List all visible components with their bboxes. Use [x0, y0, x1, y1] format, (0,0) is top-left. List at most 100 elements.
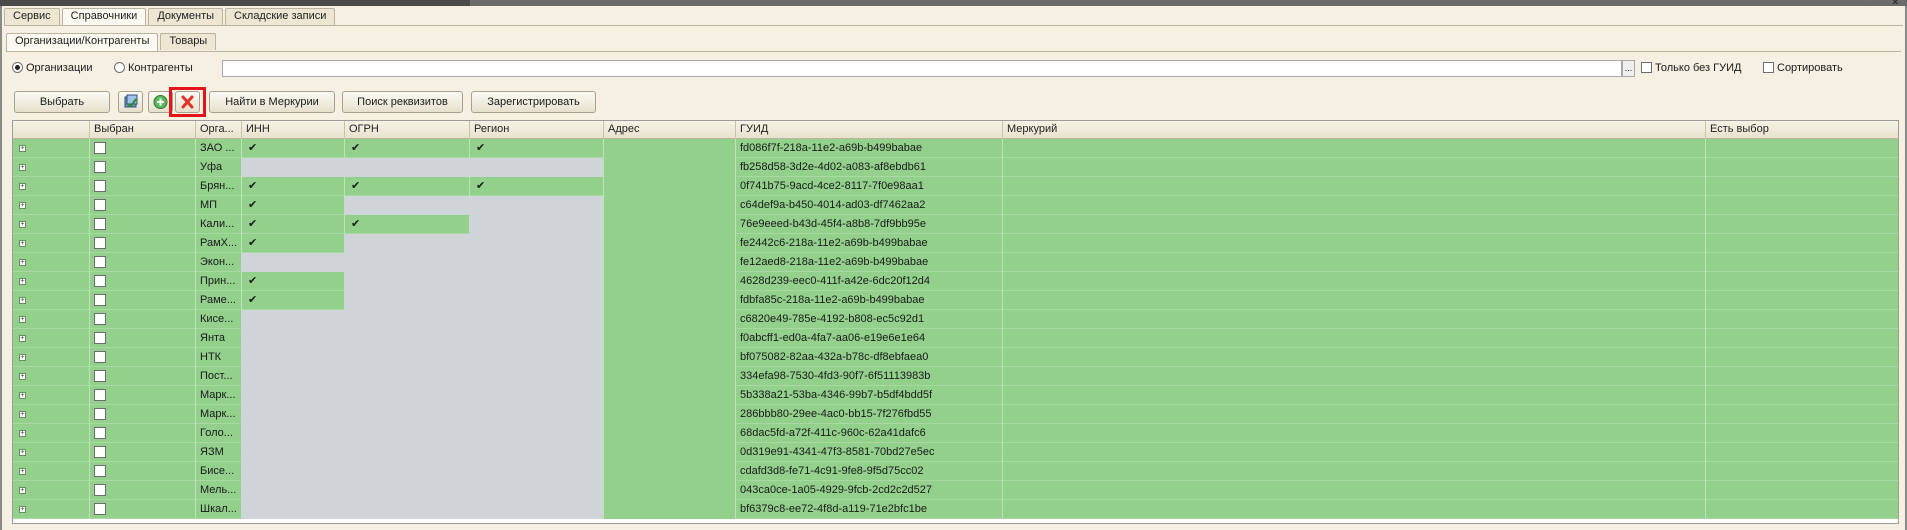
expand-icon[interactable]: + — [19, 392, 26, 399]
tab-goods[interactable]: Товары — [160, 33, 217, 50]
table-row[interactable]: + Раме... ✔ fdbfa85c-218a-11e2-a69b-b499bab… — [13, 291, 1898, 310]
expand-icon[interactable]: + — [19, 449, 26, 456]
table-row[interactable]: + Кали... ✔ ✔ 76e9eeed-b43d-45f4-a8b8-7df9bb… — [13, 215, 1898, 234]
row-select-checkbox[interactable] — [94, 503, 106, 515]
expand-icon[interactable]: + — [19, 506, 26, 513]
has-choice-cell — [1705, 405, 1898, 424]
expand-icon[interactable]: + — [19, 202, 26, 209]
expand-icon[interactable]: + — [19, 240, 26, 247]
row-select-checkbox[interactable] — [94, 427, 106, 439]
column-header-region[interactable]: Регион — [469, 121, 603, 139]
table-row[interactable]: + Янта f0abcff1-ed0a-4fa7-aa06-e19e6e1e64 — [13, 329, 1898, 348]
selected-cell — [89, 386, 195, 405]
register-button[interactable]: Зарегистрировать — [471, 91, 596, 113]
tab-organizations-contractors[interactable]: Организации/Контрагенты — [6, 33, 159, 51]
row-select-checkbox[interactable] — [94, 294, 106, 306]
table-row[interactable]: + Марк... 286bbb80-29ee-4ac0-bb15-7f276fbd… — [13, 405, 1898, 424]
row-select-checkbox[interactable] — [94, 389, 106, 401]
row-select-checkbox[interactable] — [94, 446, 106, 458]
column-header-selected[interactable]: Выбран — [89, 121, 195, 139]
row-select-checkbox[interactable] — [94, 161, 106, 173]
table-row[interactable]: + Шкал... bf6379c8-ee72-4f8d-a119-71e2bfc1… — [13, 500, 1898, 519]
expand-icon[interactable]: + — [19, 221, 26, 228]
row-select-checkbox[interactable] — [94, 484, 106, 496]
sort-checkbox[interactable] — [1763, 62, 1774, 73]
expand-icon[interactable]: + — [19, 278, 26, 285]
address-cell — [603, 215, 735, 234]
tab-service[interactable]: Сервис — [4, 8, 60, 25]
expand-icon[interactable]: + — [19, 468, 26, 475]
row-select-checkbox[interactable] — [94, 313, 106, 325]
column-header-guid[interactable]: ГУИД — [735, 121, 1002, 139]
table-row[interactable]: + Пост... 334efa98-7530-4fd3-90f7-6f511139… — [13, 367, 1898, 386]
row-select-checkbox[interactable] — [94, 351, 106, 363]
check-mark-icon: ✔ — [248, 237, 258, 249]
table-row[interactable]: + Голо... 68dac5fd-a72f-411c-960c-62a41daf… — [13, 424, 1898, 443]
table-row[interactable]: + Мель... 043ca0ce-1a05-4929-9fcb-2cd2c2d5… — [13, 481, 1898, 500]
row-select-checkbox[interactable] — [94, 237, 106, 249]
expand-icon[interactable]: + — [19, 316, 26, 323]
expand-icon[interactable]: + — [19, 487, 26, 494]
expand-icon[interactable]: + — [19, 335, 26, 342]
row-select-checkbox[interactable] — [94, 465, 106, 477]
row-select-checkbox[interactable] — [94, 408, 106, 420]
column-header-has-choice[interactable]: Есть выбор — [1705, 121, 1898, 139]
mercury-cell — [1002, 443, 1705, 462]
table-row[interactable]: + РамХ... ✔ fe2442c6-218a-11e2-a69b-b499bab… — [13, 234, 1898, 253]
row-select-checkbox[interactable] — [94, 332, 106, 344]
table-row[interactable]: + Брян... ✔ ✔ ✔ 0f741b75-9acd-4ce2-8117-7f0e9… — [13, 177, 1898, 196]
expand-icon[interactable]: + — [19, 259, 26, 266]
table-row[interactable]: + Экон... fe12aed8-218a-11e2-a69b-b499baba… — [13, 253, 1898, 272]
expand-icon[interactable]: + — [19, 430, 26, 437]
mercury-cell — [1002, 177, 1705, 196]
inn-cell — [241, 348, 344, 367]
tab-directories[interactable]: Справочники — [61, 8, 147, 26]
expand-icon[interactable]: + — [19, 145, 26, 152]
expand-icon[interactable]: + — [19, 354, 26, 361]
row-select-checkbox[interactable] — [94, 370, 106, 382]
table-row[interactable]: + НТК bf075082-82aa-432a-b78c-df8ebfaea0 — [13, 348, 1898, 367]
table-row[interactable]: + Кисе... c6820e49-785e-4192-b808-ec5c92d1 — [13, 310, 1898, 329]
select-button[interactable]: Выбрать — [14, 91, 110, 113]
tab-warehouse-records[interactable]: Складские записи — [225, 8, 336, 25]
expand-icon[interactable]: + — [19, 297, 26, 304]
edit-list-button[interactable] — [118, 91, 143, 113]
radio-contractors[interactable] — [114, 62, 125, 73]
ogrn-cell: ✔ — [344, 215, 469, 234]
column-header-mercury[interactable]: Меркурий — [1002, 121, 1705, 139]
row-select-checkbox[interactable] — [94, 142, 106, 154]
row-select-checkbox[interactable] — [94, 199, 106, 211]
expand-icon[interactable]: + — [19, 373, 26, 380]
row-select-checkbox[interactable] — [94, 275, 106, 287]
expand-icon[interactable]: + — [19, 183, 26, 190]
table-row[interactable]: + ЗАО ... ✔ ✔ ✔ fd086f7f-218a-11e2-a69b-b499b… — [13, 139, 1898, 158]
row-select-checkbox[interactable] — [94, 218, 106, 230]
inn-cell — [241, 386, 344, 405]
find-in-mercury-button[interactable]: Найти в Меркурии — [209, 91, 335, 113]
search-input[interactable] — [222, 60, 1622, 77]
table-row[interactable]: + Уфа fb258d58-3d2e-4d02-a083-af8ebdb61 — [13, 158, 1898, 177]
column-header-ogrn[interactable]: ОГРН — [344, 121, 469, 139]
tab-documents[interactable]: Документы — [148, 8, 224, 25]
has-choice-cell — [1705, 291, 1898, 310]
table-row[interactable]: + ЯЗМ 0d319e91-4341-47f3-8581-70bd27e5ec — [13, 443, 1898, 462]
main-tabs: Сервис Справочники Документы Складские з… — [4, 8, 337, 26]
search-requisites-button[interactable]: Поиск реквизитов — [342, 91, 463, 113]
expand-icon[interactable]: + — [19, 164, 26, 171]
column-header-inn[interactable]: ИНН — [241, 121, 344, 139]
row-select-checkbox[interactable] — [94, 256, 106, 268]
table-row[interactable]: + Марк... 5b338a21-53ba-4346-99b7-b5df4bdd… — [13, 386, 1898, 405]
table-row[interactable]: + Прин... ✔ 4628d239-eec0-411f-a42e-6dc20f1… — [13, 272, 1898, 291]
table-row[interactable]: + Бисе... cdafd3d8-fe71-4c91-9fe8-9f5d75cc… — [13, 462, 1898, 481]
row-select-checkbox[interactable] — [94, 180, 106, 192]
expand-icon[interactable]: + — [19, 411, 26, 418]
only-without-guid-checkbox[interactable] — [1641, 62, 1652, 73]
column-header-organization[interactable]: Орга... — [195, 121, 241, 139]
region-cell — [469, 329, 603, 348]
mercury-cell — [1002, 234, 1705, 253]
radio-organizations[interactable] — [12, 62, 23, 73]
search-choose-button[interactable]: ... — [1622, 60, 1635, 77]
region-cell — [469, 386, 603, 405]
table-row[interactable]: + МП ✔ c64def9a-b450-4014-ad03-df7462aa2 — [13, 196, 1898, 215]
column-header-address[interactable]: Адрес — [603, 121, 735, 139]
